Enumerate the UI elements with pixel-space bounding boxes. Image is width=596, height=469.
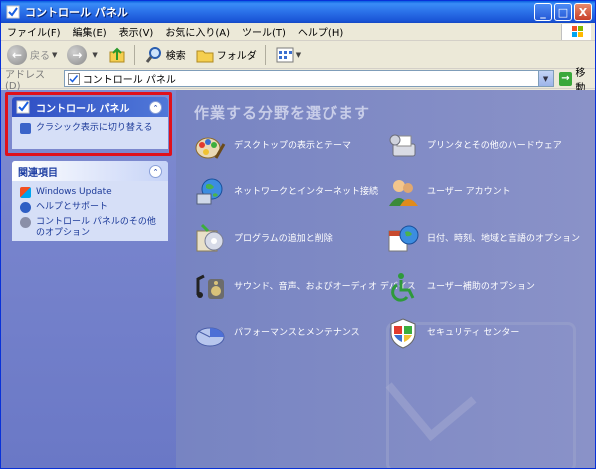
- back-dropdown-icon[interactable]: ▼: [52, 51, 57, 59]
- accessibility-icon: [387, 271, 419, 303]
- performance-maintenance-icon: [194, 317, 226, 349]
- other-options-link[interactable]: コントロール パネルのその他のオプション: [20, 217, 160, 239]
- page-title: 作業する分野を選びます: [194, 104, 371, 122]
- category-label: デスクトップの表示とテーマ: [234, 140, 352, 151]
- search-icon: [145, 46, 161, 63]
- category-user-accounts[interactable]: ユーザー アカウント: [387, 176, 511, 208]
- go-label: 移動: [575, 67, 586, 94]
- printer-hardware-icon: [387, 130, 419, 162]
- go-button[interactable]: → 移動: [558, 64, 595, 94]
- toolbar-separator: [264, 44, 266, 65]
- add-remove-programs-icon: [194, 223, 226, 255]
- menu-view[interactable]: 表示(V): [113, 24, 160, 39]
- related-task-header[interactable]: 関連項目 ⌃: [12, 161, 168, 181]
- toolbar-separator: [133, 44, 135, 65]
- help-icon: [20, 202, 31, 213]
- category-security-center[interactable]: セキュリティ センター: [387, 317, 519, 349]
- security-center-icon: [387, 317, 419, 349]
- window-title: コントロール パネル: [25, 6, 128, 19]
- menu-help[interactable]: ヘルプ(H): [292, 24, 349, 39]
- category-network-internet[interactable]: ネットワークとインターネット接続: [194, 176, 378, 208]
- address-value: コントロール パネル: [82, 75, 176, 86]
- network-internet-icon: [194, 176, 226, 208]
- help-support-label: ヘルプとサポート: [36, 202, 109, 212]
- category-add-remove-programs[interactable]: プログラムの追加と削除: [194, 223, 333, 255]
- category-date-time-region[interactable]: 日付、時刻、地域と言語のオプション: [387, 223, 580, 255]
- category-label: 日付、時刻、地域と言語のオプション: [427, 233, 581, 244]
- address-dropdown-icon[interactable]: ▼: [537, 71, 553, 86]
- close-button[interactable]: X: [574, 3, 592, 21]
- menu-bar: ファイル(F) 編集(E) 表示(V) お気に入り(A) ツール(T) ヘルプ(…: [1, 23, 595, 41]
- forward-arrow-icon: →: [67, 44, 88, 65]
- other-options-label: コントロール パネルのその他のオプション: [36, 217, 156, 238]
- menu-favorites[interactable]: お気に入り(A): [159, 24, 236, 39]
- back-label: 戻る: [30, 51, 50, 62]
- category-label: プリンタとその他のハードウェア: [427, 140, 562, 151]
- search-button[interactable]: 検索: [141, 43, 190, 67]
- maximize-button[interactable]: □: [554, 3, 572, 21]
- user-accounts-icon: [387, 176, 419, 208]
- up-folder-button[interactable]: [104, 43, 130, 67]
- category-label: プログラムの追加と削除: [234, 233, 333, 244]
- category-label: パフォーマンスとメンテナンス: [234, 327, 360, 338]
- windows-update-icon: [20, 187, 31, 198]
- category-label: ユーザー アカウント: [427, 186, 511, 197]
- menu-edit[interactable]: 編集(E): [67, 24, 113, 39]
- control-panel-app-icon: [6, 5, 20, 19]
- related-task-box: 関連項目 ⌃ Windows Update ヘルプとサポート コントロール パネ…: [12, 161, 168, 241]
- content-area: コントロール パネル ⌃ クラシック表示に切り替える 関連項目 ⌃ Window…: [1, 90, 595, 468]
- category-label: ネットワークとインターネット接続: [234, 186, 379, 197]
- help-support-link[interactable]: ヘルプとサポート: [20, 202, 160, 213]
- back-button[interactable]: ← 戻る ▼: [3, 43, 61, 67]
- category-sound-audio[interactable]: サウンド、音声、およびオーディオ デバイス: [194, 271, 416, 303]
- desktop-themes-icon: [194, 130, 226, 162]
- up-folder-icon: [109, 47, 125, 62]
- views-dropdown-icon[interactable]: ▼: [296, 51, 301, 59]
- control-panel-small-icon: [67, 72, 80, 85]
- menu-tools[interactable]: ツール(T): [236, 24, 292, 39]
- category-performance-maintenance[interactable]: パフォーマンスとメンテナンス: [194, 317, 360, 349]
- forward-button[interactable]: → ▼: [63, 43, 101, 67]
- windows-logo-icon: [561, 24, 591, 40]
- highlight-box: [5, 92, 172, 156]
- folders-button[interactable]: フォルダ: [192, 43, 261, 67]
- sound-audio-icon: [194, 271, 226, 303]
- category-accessibility[interactable]: ユーザー補助のオプション: [387, 271, 535, 303]
- date-time-region-icon: [387, 223, 419, 255]
- category-printers-hardware[interactable]: プリンタとその他のハードウェア: [387, 130, 562, 162]
- folders-icon: [196, 50, 214, 62]
- forward-dropdown-icon[interactable]: ▼: [92, 51, 97, 59]
- folders-label: フォルダ: [216, 51, 257, 62]
- menu-file[interactable]: ファイル(F): [1, 24, 67, 39]
- address-field[interactable]: コントロール パネル ▼: [63, 70, 554, 87]
- views-button[interactable]: ▼: [272, 43, 305, 67]
- windows-update-label: Windows Update: [36, 187, 112, 197]
- category-label: ユーザー補助のオプション: [427, 281, 535, 292]
- toolbar: ← 戻る ▼ → ▼ 検索 フォルダ ▼: [1, 41, 595, 69]
- address-label: アドレス(D): [5, 69, 45, 92]
- related-task-title: 関連項目: [18, 167, 58, 179]
- views-icon: [276, 47, 294, 62]
- address-bar: アドレス(D) コントロール パネル ▼ → 移動: [1, 68, 595, 94]
- search-label: 検索: [165, 51, 186, 62]
- related-task-body: Windows Update ヘルプとサポート コントロール パネルのその他のオ…: [12, 181, 168, 251]
- go-arrow-icon: →: [558, 71, 573, 86]
- windows-update-link[interactable]: Windows Update: [20, 187, 160, 198]
- title-bar[interactable]: コントロール パネル _ □ X: [1, 1, 595, 23]
- category-label: セキュリティ センター: [427, 327, 520, 338]
- collapse-chevron-icon[interactable]: ⌃: [149, 165, 162, 178]
- minimize-button[interactable]: _: [534, 3, 552, 21]
- task-pane: コントロール パネル ⌃ クラシック表示に切り替える 関連項目 ⌃ Window…: [1, 90, 176, 468]
- back-arrow-icon: ←: [7, 44, 27, 65]
- other-options-icon: [20, 217, 31, 228]
- category-desktop-themes[interactable]: デスクトップの表示とテーマ: [194, 130, 351, 162]
- control-panel-window: コントロール パネル _ □ X ファイル(F) 編集(E) 表示(V) お気に…: [0, 0, 596, 469]
